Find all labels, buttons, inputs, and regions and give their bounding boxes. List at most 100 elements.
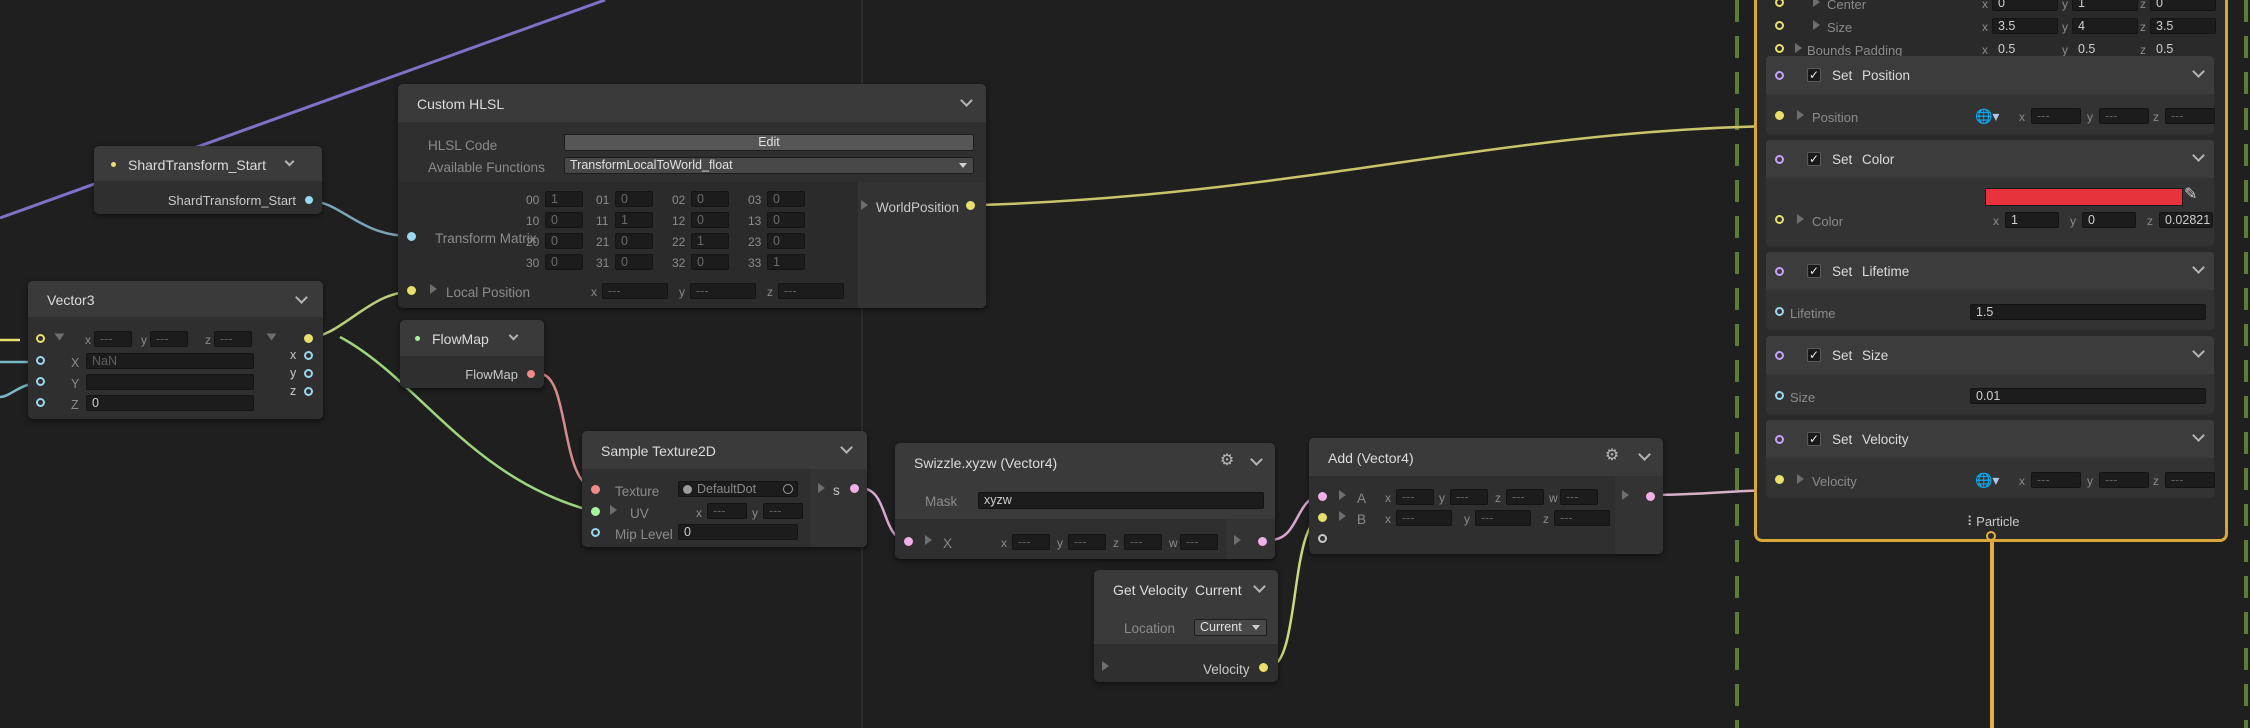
matrix-cell-value[interactable]: 0 xyxy=(691,212,729,228)
property-y-field[interactable]: 1 xyxy=(2072,0,2138,11)
object-picker-icon[interactable] xyxy=(783,484,793,494)
axis-field[interactable]: --- xyxy=(1554,510,1610,526)
output-port-world-position[interactable] xyxy=(966,201,975,210)
block-bool-port[interactable] xyxy=(1775,435,1784,444)
block-input-port[interactable] xyxy=(1775,215,1784,224)
axis-field[interactable]: --- xyxy=(1068,534,1106,550)
gear-icon[interactable]: ⚙ xyxy=(1604,448,1620,464)
block-x-field[interactable]: --- xyxy=(2031,472,2081,488)
matrix-cell-value[interactable]: 1 xyxy=(767,254,805,270)
output-port[interactable] xyxy=(1258,537,1267,546)
property-z-field[interactable]: 3.5 xyxy=(2150,18,2216,34)
axis-field[interactable]: --- xyxy=(1012,534,1050,550)
block-enabled-checkbox[interactable]: ✓ xyxy=(1807,68,1821,82)
graph-canvas[interactable]: ShardTransform_Start ShardTransform_Star… xyxy=(0,0,2250,728)
flow-output-port[interactable] xyxy=(1986,531,1996,541)
axis-field[interactable]: --- xyxy=(1396,489,1434,505)
matrix-cell-value[interactable]: 0 xyxy=(615,191,653,207)
block-input-port[interactable] xyxy=(1775,307,1784,316)
matrix-cell-value[interactable]: 0 xyxy=(615,233,653,249)
matrix-cell-value[interactable]: 0 xyxy=(691,254,729,270)
axis-field[interactable]: --- xyxy=(1180,534,1218,550)
block-bool-port[interactable] xyxy=(1775,155,1784,164)
input-port-x[interactable] xyxy=(36,356,45,365)
output-port[interactable] xyxy=(527,370,535,378)
property-y-field[interactable]: 0.5 xyxy=(2072,41,2138,57)
block-value-field[interactable]: 0.01 xyxy=(1970,388,2206,404)
input-port-z[interactable] xyxy=(36,398,45,407)
input-port-texture[interactable] xyxy=(591,485,600,494)
property-z-field[interactable]: 0.5 xyxy=(2150,41,2216,57)
property-z-field[interactable]: 0 xyxy=(2150,0,2216,11)
property-port[interactable] xyxy=(1775,44,1784,53)
input-port-extra[interactable] xyxy=(1318,534,1327,543)
property-x-field[interactable]: 3.5 xyxy=(1992,18,2058,34)
globe-icon[interactable]: 🌐▾ xyxy=(1975,473,1999,487)
matrix-cell-value[interactable]: 0 xyxy=(615,254,653,270)
vector3-node[interactable]: Vector3 x --- y --- z --- X NaN Y Z 0 x … xyxy=(28,281,323,419)
block-enabled-checkbox[interactable]: ✓ xyxy=(1807,348,1821,362)
custom-hlsl-node[interactable]: Custom HLSL HLSL Code Edit Available Fun… xyxy=(398,84,986,308)
output-port-s[interactable] xyxy=(850,484,859,493)
edit-hlsl-button[interactable]: Edit xyxy=(564,134,974,151)
block-bool-port[interactable] xyxy=(1775,351,1784,360)
property-port[interactable] xyxy=(1775,0,1784,7)
output-port-vector[interactable] xyxy=(304,334,313,343)
get-velocity-node[interactable]: Get Velocity Current Location Current Ve… xyxy=(1094,570,1278,682)
flowmap-node[interactable]: FlowMap FlowMap xyxy=(400,320,544,388)
input-port-local-position[interactable] xyxy=(407,286,416,295)
property-x-field[interactable]: 0 xyxy=(1992,0,2058,11)
gear-icon[interactable]: ⚙ xyxy=(1219,453,1235,469)
output-port-velocity[interactable] xyxy=(1259,663,1268,672)
input-port-a[interactable] xyxy=(1318,492,1327,501)
block-enabled-checkbox[interactable]: ✓ xyxy=(1807,152,1821,166)
matrix-cell-value[interactable]: 0 xyxy=(545,254,583,270)
globe-icon[interactable]: 🌐▾ xyxy=(1975,109,1999,123)
axis-field[interactable]: --- xyxy=(1506,489,1544,505)
matrix-cell-value[interactable]: 0 xyxy=(691,191,729,207)
block-input-port[interactable] xyxy=(1775,111,1784,120)
axis-field[interactable]: --- xyxy=(1396,510,1452,526)
axis-field[interactable]: --- xyxy=(1475,510,1531,526)
matrix-cell-value[interactable]: 0 xyxy=(767,191,805,207)
swizzle-node[interactable]: Swizzle.xyzw (Vector4) ⚙ Mask xyzw X x --… xyxy=(895,443,1275,559)
add-vector4-node[interactable]: Add (Vector4) ⚙ A x --- y --- z --- w --- B x --… xyxy=(1309,438,1663,554)
block-value-field[interactable]: 1.5 xyxy=(1970,304,2206,320)
output-port-y[interactable] xyxy=(304,369,313,378)
location-dropdown[interactable]: Current xyxy=(1194,619,1267,636)
matrix-cell-value[interactable]: 0 xyxy=(767,233,805,249)
block-enabled-checkbox[interactable]: ✓ xyxy=(1807,432,1821,446)
input-port-mip[interactable] xyxy=(591,528,600,537)
axis-field[interactable]: --- xyxy=(1450,489,1488,505)
matrix-cell-value[interactable]: 0 xyxy=(545,212,583,228)
input-port-x[interactable] xyxy=(904,537,913,546)
particle-context[interactable]: Center x 0 y 1 z 0 Size x 3.5 y 4 z 3.5 Bounds Padding… xyxy=(1754,0,2228,542)
block-bool-port[interactable] xyxy=(1775,267,1784,276)
shard-transform-start-node[interactable]: ShardTransform_Start ShardTransform_Star… xyxy=(94,146,322,214)
output-port-x[interactable] xyxy=(304,351,313,360)
property-x-field[interactable]: 0.5 xyxy=(1992,41,2058,57)
block-z-field[interactable]: --- xyxy=(2165,108,2215,124)
color-y-field[interactable]: 0 xyxy=(2082,212,2136,228)
block-bool-port[interactable] xyxy=(1775,71,1784,80)
available-functions-dropdown[interactable]: TransformLocalToWorld_float xyxy=(564,157,974,174)
input-port[interactable] xyxy=(36,334,45,343)
output-port[interactable] xyxy=(1646,492,1655,501)
matrix-cell-value[interactable]: 0 xyxy=(767,212,805,228)
input-port-transform[interactable] xyxy=(407,232,416,241)
property-y-field[interactable]: 4 xyxy=(2072,18,2138,34)
eyedropper-icon[interactable]: ✎ xyxy=(2184,187,2197,203)
color-x-field[interactable]: 1 xyxy=(2005,212,2059,228)
texture-field[interactable]: DefaultDot xyxy=(678,481,798,497)
property-port[interactable] xyxy=(1775,21,1784,30)
input-port-uv[interactable] xyxy=(591,507,600,516)
sample-texture-node[interactable]: Sample Texture2D Texture DefaultDot UV x… xyxy=(582,431,867,547)
block-z-field[interactable]: --- xyxy=(2165,472,2215,488)
matrix-cell-value[interactable]: 1 xyxy=(545,191,583,207)
block-y-field[interactable]: --- xyxy=(2099,472,2149,488)
input-port-y[interactable] xyxy=(36,377,45,386)
matrix-cell-value[interactable]: 0 xyxy=(545,233,583,249)
block-input-port[interactable] xyxy=(1775,475,1784,484)
axis-field[interactable]: --- xyxy=(1560,489,1598,505)
axis-field[interactable]: --- xyxy=(1124,534,1162,550)
